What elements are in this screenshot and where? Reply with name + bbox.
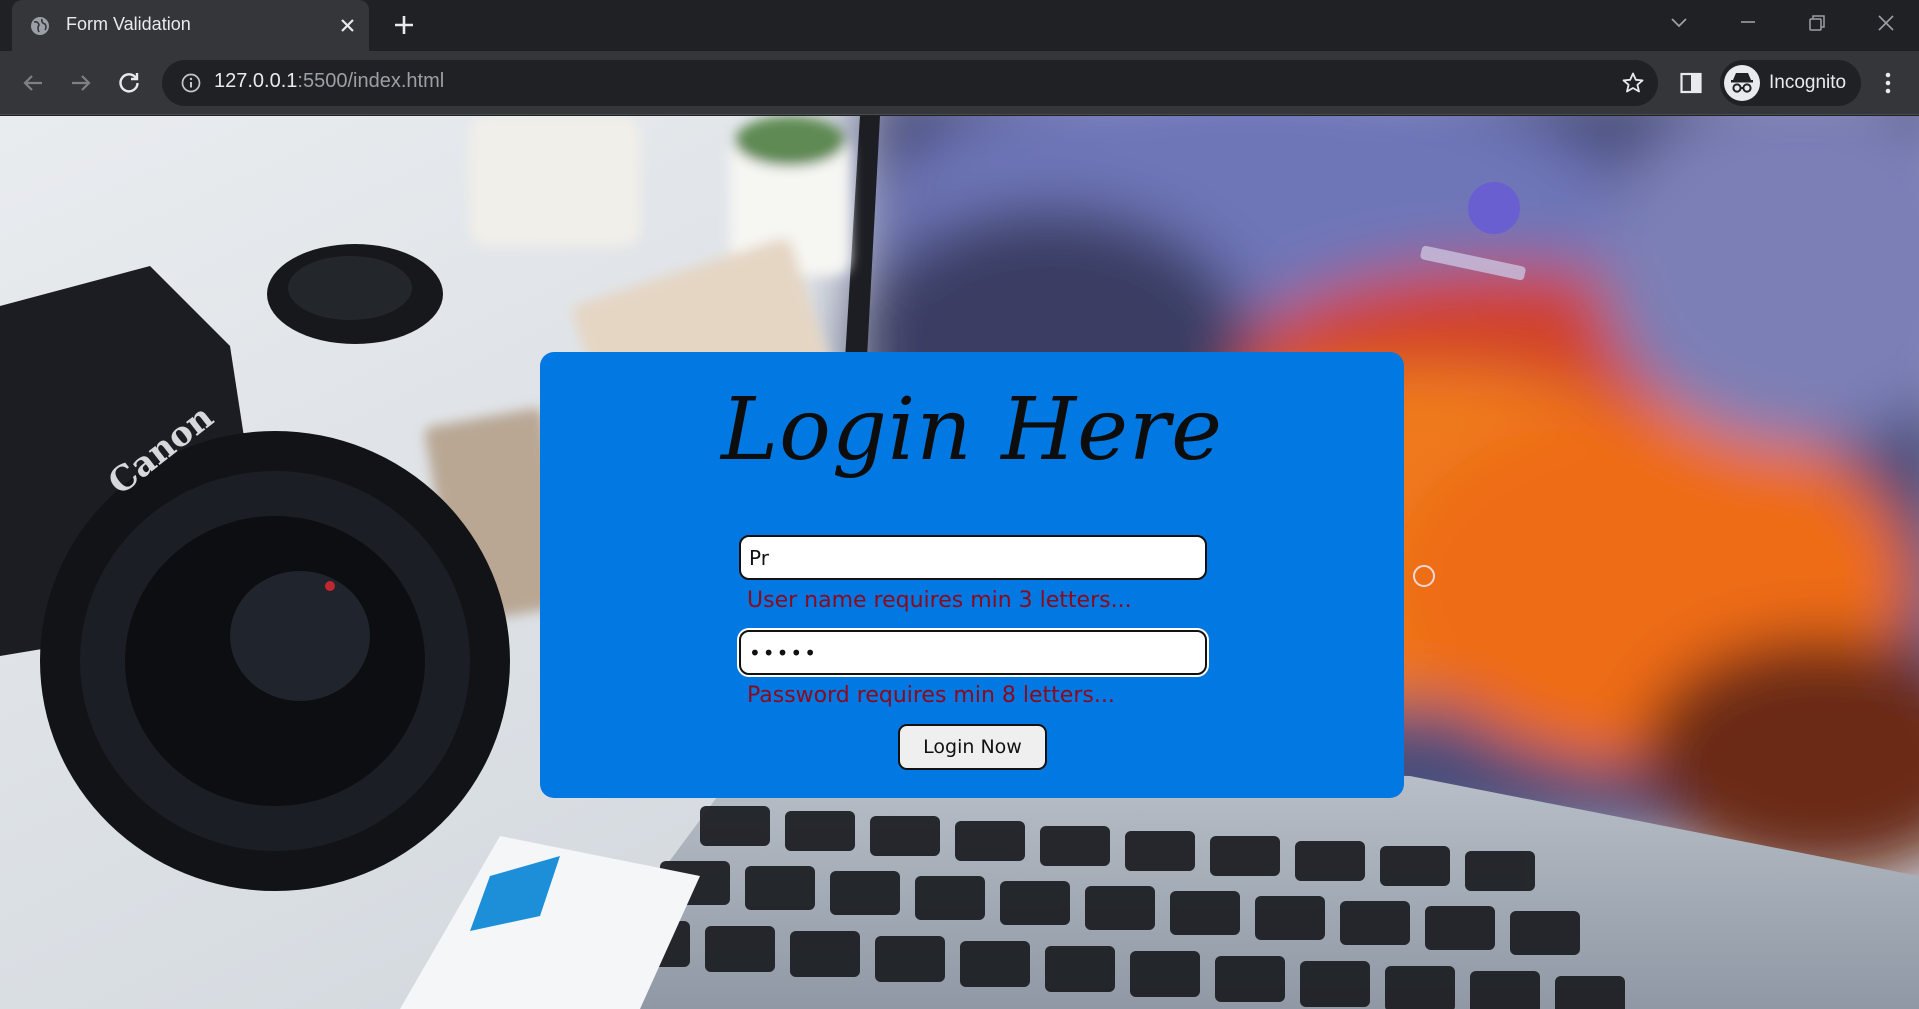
info-icon[interactable] — [180, 72, 202, 94]
url-text[interactable]: 127.0.0.1:5500/index.html — [214, 70, 444, 93]
login-card: Login Here User name requires min 3 lett… — [540, 352, 1404, 798]
login-heading: Login Here — [720, 380, 1224, 480]
restore-icon[interactable] — [1802, 10, 1830, 38]
browser-tab[interactable]: Form Validation — [12, 0, 369, 51]
address-bar[interactable]: 127.0.0.1:5500/index.html — [162, 60, 1658, 106]
reload-icon[interactable] — [114, 68, 144, 98]
url-host: 127.0.0.1 — [214, 70, 298, 92]
back-icon[interactable] — [18, 68, 48, 98]
plus-icon[interactable] — [392, 13, 416, 37]
incognito-icon — [1724, 65, 1760, 101]
profile-label: Incognito — [1769, 72, 1847, 93]
window-close-icon[interactable] — [1872, 10, 1900, 38]
username-input[interactable] — [739, 535, 1207, 580]
page-viewport: Canon Login Here User name requires min … — [0, 116, 1919, 1009]
globe-icon — [31, 17, 49, 35]
forward-icon[interactable] — [66, 68, 96, 98]
username-error: User name requires min 3 letters... — [747, 588, 1132, 613]
password-error: Password requires min 8 letters... — [747, 683, 1115, 708]
url-path: :5500/index.html — [297, 70, 445, 92]
password-input[interactable] — [739, 630, 1207, 675]
minimize-icon[interactable] — [1734, 10, 1762, 38]
profile-button[interactable]: Incognito — [1720, 60, 1861, 106]
close-icon[interactable] — [337, 15, 358, 36]
kebab-menu-icon[interactable] — [1876, 69, 1900, 97]
chevron-down-icon[interactable] — [1667, 13, 1691, 33]
tab-title: Form Validation — [66, 14, 191, 34]
side-panel-icon[interactable] — [1679, 71, 1703, 95]
login-button[interactable]: Login Now — [898, 724, 1047, 770]
browser-toolbar: 127.0.0.1:5500/index.html Incognito — [0, 51, 1919, 115]
tab-strip: Form Validation — [0, 0, 1919, 51]
star-icon[interactable] — [1621, 71, 1645, 95]
